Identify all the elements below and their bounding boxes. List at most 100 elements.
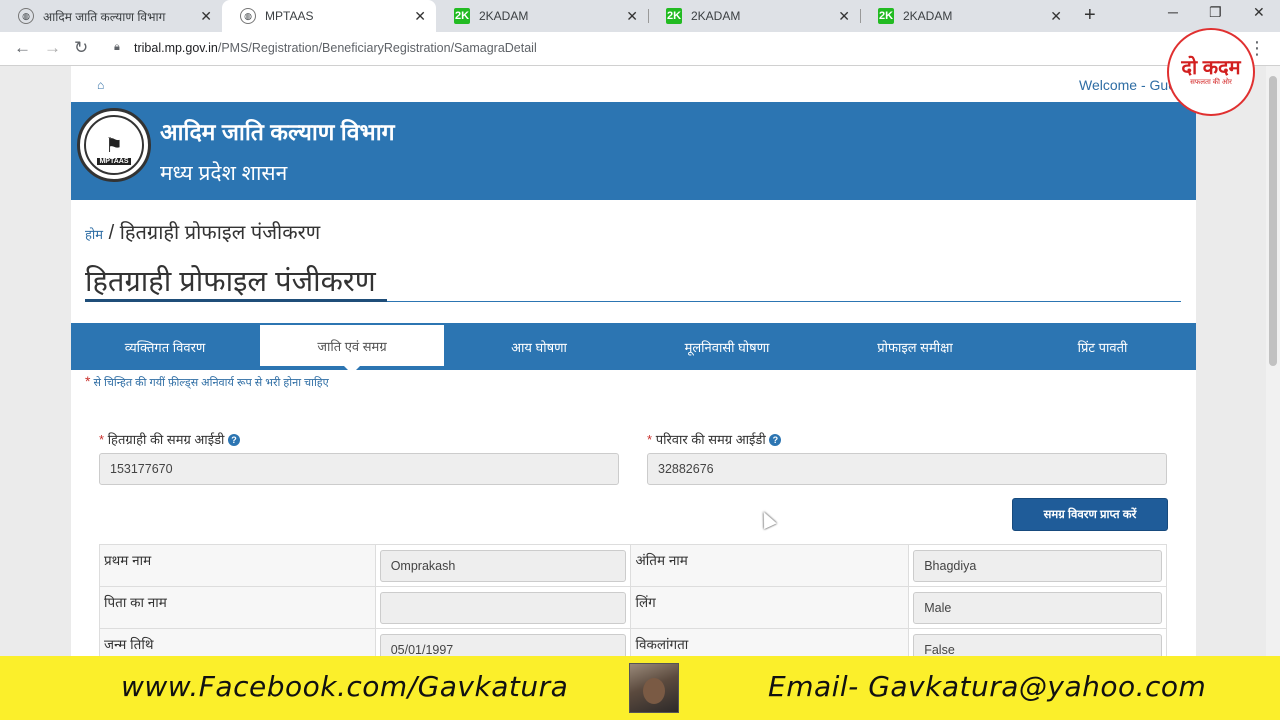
disability-cell: False — [908, 628, 1167, 656]
table-row: जन्म तिथि 05/01/1997 विकलांगता False — [99, 628, 1167, 656]
help-icon[interactable]: ? — [769, 434, 782, 446]
gender-cell: Male — [908, 586, 1167, 629]
dob-field[interactable]: 05/01/1997 — [379, 633, 627, 656]
globe-icon: ◍ — [240, 8, 256, 24]
address-bar: ← → ↻ 🔒︎ tribal.mp.gov.in/PMS/Registrati… — [0, 32, 1280, 66]
reload-icon[interactable]: ↻ — [74, 38, 88, 58]
face-shape — [643, 678, 665, 704]
gender-label: लिंग — [630, 586, 910, 629]
do-kadam-logo: दो कदम सफलता की ओर — [1167, 28, 1255, 116]
step-income-declaration[interactable]: आय घोषणा — [445, 323, 633, 370]
required-star: * — [647, 432, 653, 447]
last-name-field[interactable]: Bhagdiya — [913, 549, 1162, 582]
required-star: * — [99, 432, 105, 447]
table-row: प्रथम नाम Omprakash अंतिम नाम Bhagdiya — [99, 544, 1167, 587]
kadam-favicon-icon: 2K — [454, 8, 470, 24]
tribal-figure-icon: ⚑ — [105, 135, 123, 157]
emblem-ring: ⚑ MPTAAS — [84, 115, 144, 175]
wizard-steps: व्यक्तिगत विवरण जाति एवं समग्र आय घोषणा … — [71, 323, 1196, 374]
minimize-icon[interactable]: ─ — [1168, 4, 1178, 20]
fetch-samagra-details-button[interactable]: समग्र विवरण प्राप्त करें — [1012, 498, 1168, 531]
browser-tab-5[interactable]: 2K 2KADAM ✕ — [860, 0, 1072, 32]
disability-label: विकलांगता — [630, 628, 910, 656]
close-tab-icon[interactable]: ✕ — [838, 8, 850, 25]
first-name-field[interactable]: Omprakash — [379, 549, 627, 582]
step-domicile-declaration[interactable]: मूलनिवासी घोषणा — [633, 323, 821, 370]
page-scrollbar[interactable] — [1266, 66, 1280, 656]
lock-icon[interactable]: 🔒︎ — [114, 41, 120, 54]
father-name-field[interactable] — [379, 591, 627, 624]
mptaas-emblem-icon: ⚑ MPTAAS — [77, 108, 151, 182]
required-note-text: से चिन्हित की गयीं फ़ील्ड्स अनिवार्य रूप… — [93, 377, 329, 389]
first-name-cell: Omprakash — [374, 544, 632, 587]
label-text: परिवार की समग्र आईडी — [655, 432, 766, 447]
email-text: Email- Gavkatura@yahoo.com — [768, 670, 1207, 703]
forward-icon[interactable]: → — [44, 38, 61, 58]
new-tab-icon[interactable]: + — [1084, 4, 1096, 27]
browser-tab-1[interactable]: ◍ आदिम जाति कल्याण विभाग ✕ — [0, 0, 222, 32]
browser-tab-bar: ◍ आदिम जाति कल्याण विभाग ✕ ◍ MPTAAS ✕ 2K… — [0, 0, 1280, 32]
globe-icon: ◍ — [18, 8, 34, 24]
last-name-label: अंतिम नाम — [630, 544, 910, 587]
breadcrumb-home-link[interactable]: होम — [85, 227, 103, 242]
scrollbar-thumb[interactable] — [1269, 76, 1277, 366]
gender-field[interactable]: Male — [913, 591, 1162, 624]
logo-subtitle: सफलता की ओर — [1190, 78, 1232, 86]
page-title: हितग्राही प्रोफाइल पंजीकरण — [85, 266, 376, 298]
last-name-cell: Bhagdiya — [908, 544, 1167, 587]
close-tab-icon[interactable]: ✕ — [414, 8, 426, 25]
home-icon[interactable]: ⌂ — [97, 78, 104, 92]
tab-title: 2KADAM — [903, 9, 953, 23]
browser-tab-2[interactable]: ◍ MPTAAS ✕ — [222, 0, 436, 32]
step-personal-details[interactable]: व्यक्तिगत विवरण — [71, 323, 259, 370]
tab-title: 2KADAM — [479, 9, 529, 23]
disability-field[interactable]: False — [913, 633, 1162, 656]
close-tab-icon[interactable]: ✕ — [200, 8, 212, 25]
url-path: /PMS/Registration/BeneficiaryRegistratio… — [217, 41, 537, 55]
father-name-label: पिता का नाम — [99, 586, 376, 629]
required-fields-note: * से चिन्हित की गयीं फ़ील्ड्स अनिवार्य र… — [85, 373, 329, 390]
breadcrumb-separator: / — [103, 222, 120, 244]
close-tab-icon[interactable]: ✕ — [1050, 8, 1062, 25]
tab-title: आदिम जाति कल्याण विभाग — [43, 9, 166, 24]
logo-mark: दो कदम — [1181, 56, 1241, 79]
dob-cell: 05/01/1997 — [374, 628, 632, 656]
page-container: ⌂ Welcome - Gue ⚑ MPTAAS आदिम जाति कल्या… — [71, 66, 1196, 656]
restore-icon[interactable]: ❐ — [1209, 4, 1222, 21]
samagra-details-table: प्रथम नाम Omprakash अंतिम नाम Bhagdiya प… — [99, 544, 1167, 656]
welcome-text[interactable]: Welcome - Gue — [1079, 77, 1176, 93]
site-banner: ⚑ MPTAAS आदिम जाति कल्याण विभाग मध्य प्र… — [71, 102, 1196, 200]
help-icon[interactable]: ? — [228, 434, 241, 446]
family-samagra-input[interactable]: 32882676 — [647, 453, 1167, 485]
beneficiary-samagra-input[interactable]: 153177670 — [99, 453, 619, 485]
presenter-photo — [629, 663, 679, 713]
table-row: पिता का नाम लिंग Male — [99, 586, 1167, 629]
breadcrumb: होम / हितग्राही प्रोफाइल पंजीकरण — [85, 218, 320, 245]
title-underline — [85, 299, 387, 302]
url-field[interactable]: tribal.mp.gov.in/PMS/Registration/Benefi… — [134, 41, 537, 55]
top-strip: ⌂ Welcome - Gue — [71, 66, 1196, 102]
browser-tab-3[interactable]: 2K 2KADAM ✕ — [436, 0, 649, 32]
label-text: हितग्राही की समग्र आईडी — [107, 432, 225, 447]
kadam-favicon-icon: 2K — [666, 8, 682, 24]
step-print-receipt[interactable]: प्रिंट पावती — [1009, 323, 1196, 370]
family-samagra-label: * परिवार की समग्र आईडी ? — [647, 430, 782, 448]
dob-label: जन्म तिथि — [99, 628, 376, 656]
step-profile-review[interactable]: प्रोफाइल समीक्षा — [821, 323, 1009, 370]
facebook-text: www.Facebook.com/Gavkatura — [121, 670, 569, 703]
tab-title: MPTAAS — [265, 9, 314, 23]
tab-title: 2KADAM — [691, 9, 741, 23]
page-viewport: ⌂ Welcome - Gue ⚑ MPTAAS आदिम जाति कल्या… — [0, 66, 1280, 656]
browser-tab-4[interactable]: 2K 2KADAM ✕ — [648, 0, 861, 32]
url-domain: tribal.mp.gov.in — [134, 41, 218, 55]
step-caste-samagra[interactable]: जाति एवं समग्र — [260, 325, 444, 374]
close-window-icon[interactable]: ✕ — [1253, 4, 1265, 21]
beneficiary-samagra-label: * हितग्राही की समग्र आईडी ? — [99, 430, 241, 448]
close-tab-icon[interactable]: ✕ — [626, 8, 638, 25]
kadam-favicon-icon: 2K — [878, 8, 894, 24]
back-icon[interactable]: ← — [14, 38, 31, 58]
department-name: आदिम जाति कल्याण विभाग — [160, 119, 395, 145]
first-name-label: प्रथम नाम — [99, 544, 376, 587]
required-star: * — [85, 373, 91, 389]
breadcrumb-current: हितग्राही प्रोफाइल पंजीकरण — [119, 222, 321, 244]
